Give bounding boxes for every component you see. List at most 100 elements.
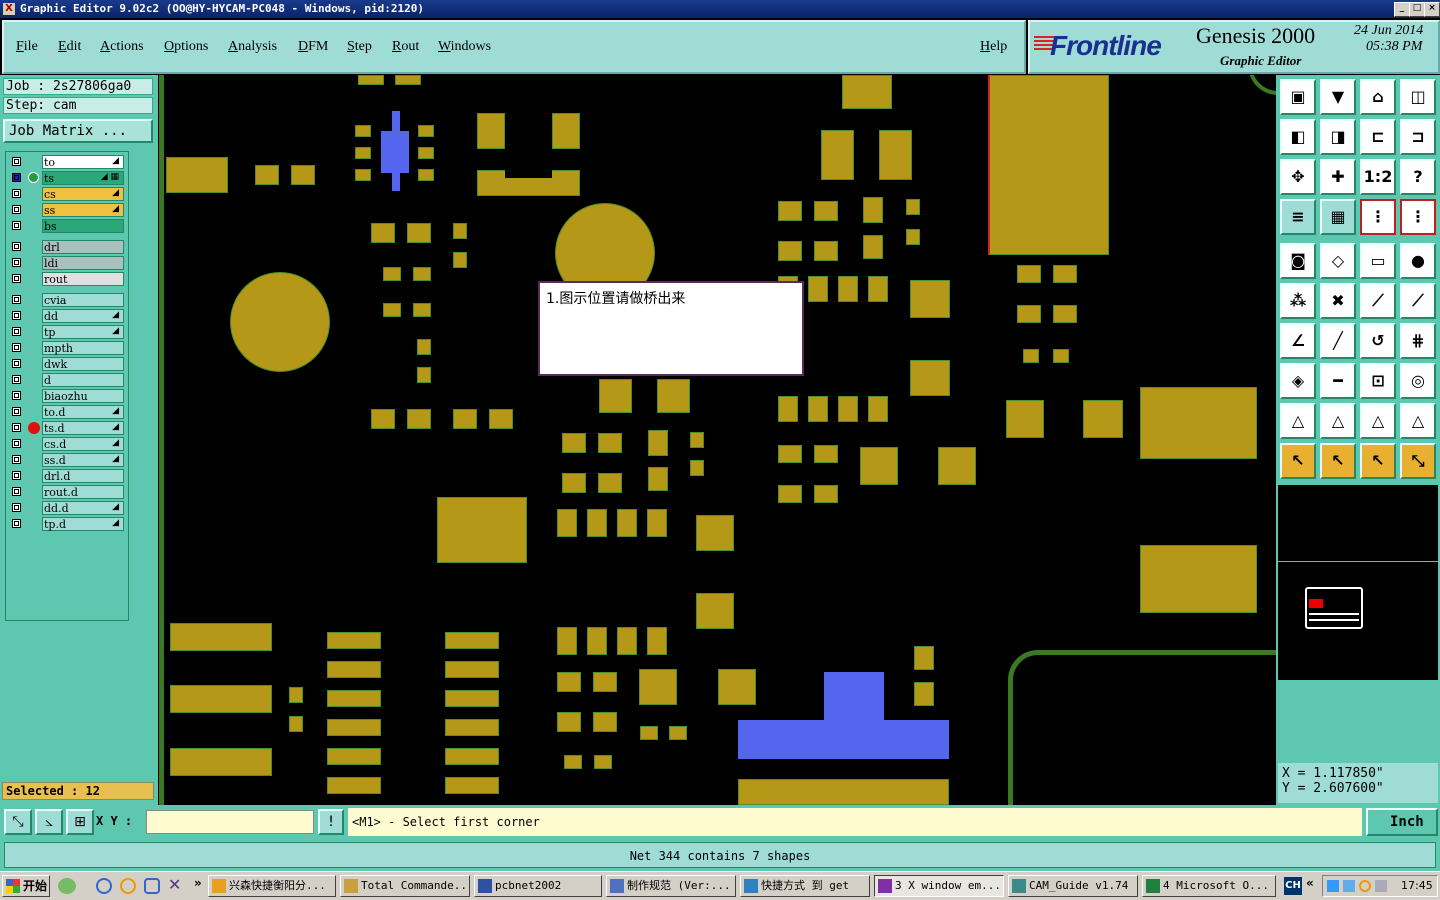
select-arrow-2-icon[interactable]: ↖ xyxy=(1320,443,1356,479)
pad[interactable] xyxy=(418,169,434,181)
quicklaunch-ie2-icon[interactable] xyxy=(144,878,160,894)
close-button[interactable]: × xyxy=(1424,2,1440,17)
pad[interactable] xyxy=(355,169,371,181)
layer-checkbox[interactable] xyxy=(12,173,21,182)
layer-row-ts-d[interactable]: ts.d ◢ xyxy=(8,421,126,436)
layer-checkbox[interactable] xyxy=(12,295,21,304)
layer-row-dwk[interactable]: dwk xyxy=(8,357,126,372)
layer-name[interactable]: dd.d ◢ xyxy=(42,501,124,515)
tray-settings-icon[interactable] xyxy=(1375,880,1387,892)
menu-step[interactable]: Step xyxy=(347,39,372,55)
pad[interactable] xyxy=(879,130,912,180)
menu-options[interactable]: Options xyxy=(164,39,208,55)
tray-monitor-icon[interactable] xyxy=(1343,880,1355,892)
pad[interactable] xyxy=(938,447,976,485)
measure-icon[interactable]: ⦣ xyxy=(35,809,63,835)
layer-row-dd-d[interactable]: dd.d ◢ xyxy=(8,501,126,516)
taskbar-task[interactable]: 快捷方式 到 get xyxy=(740,875,870,897)
menu-help[interactable]: Help xyxy=(980,39,1007,55)
pad[interactable] xyxy=(453,252,467,268)
pad[interactable] xyxy=(821,130,854,180)
line-add-icon[interactable]: ⟋ xyxy=(1400,283,1436,319)
zoom-home-icon[interactable]: ▣ xyxy=(1280,79,1316,115)
graphic-canvas[interactable] xyxy=(158,75,1276,805)
pad[interactable] xyxy=(383,303,401,317)
layer-name[interactable]: to.d ◢ xyxy=(42,405,124,419)
pad[interactable] xyxy=(1023,349,1039,363)
pad[interactable] xyxy=(1083,400,1123,438)
arc-icon[interactable]: ↺ xyxy=(1360,323,1396,359)
pad[interactable] xyxy=(914,646,934,670)
layer-row-ts[interactable]: ts ◢ ▦ xyxy=(8,171,126,186)
net-icon[interactable]: ⁂ xyxy=(1280,283,1316,319)
pad[interactable] xyxy=(552,113,580,149)
redo-pan-icon[interactable]: ⊐ xyxy=(1400,119,1436,155)
layer-name[interactable]: ldi xyxy=(42,256,124,270)
pad[interactable] xyxy=(808,276,828,302)
grid-icon[interactable]: ▦ xyxy=(1320,199,1356,235)
pad[interactable] xyxy=(564,755,582,769)
select-move-icon[interactable]: ⤡ xyxy=(1400,443,1436,479)
pad[interactable] xyxy=(445,719,499,736)
layer-name[interactable]: drl xyxy=(42,240,124,254)
pad[interactable] xyxy=(868,396,888,422)
layer-checkbox[interactable] xyxy=(12,359,21,368)
layer-row-d[interactable]: d xyxy=(8,373,126,388)
layer-row-cs-d[interactable]: cs.d ◢ xyxy=(8,437,126,452)
layer-row-ss[interactable]: ss ◢ xyxy=(8,203,126,218)
snap-settings-icon[interactable]: ≡ xyxy=(1280,199,1316,235)
snap-icon[interactable]: ⤡ xyxy=(4,809,32,835)
pad[interactable] xyxy=(910,280,950,318)
menu-windows[interactable]: Windows xyxy=(438,39,491,55)
quicklaunch-ie-icon[interactable] xyxy=(96,878,112,894)
layer-name[interactable]: ss ◢ xyxy=(42,203,124,217)
layer-name[interactable]: to ◢ xyxy=(42,155,124,169)
pad[interactable] xyxy=(453,223,467,239)
pad[interactable] xyxy=(738,779,949,805)
tray-network-icon[interactable] xyxy=(1327,880,1339,892)
pad[interactable] xyxy=(696,593,734,629)
pad[interactable] xyxy=(914,682,934,706)
alert-button[interactable]: ! xyxy=(318,809,344,835)
pad[interactable] xyxy=(617,509,637,537)
layer-row-drl[interactable]: drl xyxy=(8,240,126,255)
layer-row-biaozhu[interactable]: biaozhu xyxy=(8,389,126,404)
pad[interactable] xyxy=(814,485,838,503)
pan-left-icon[interactable]: ◧ xyxy=(1280,119,1316,155)
layer-tool-icon[interactable]: ⋮ xyxy=(1360,199,1396,235)
delete-icon[interactable]: ✖ xyxy=(1320,283,1356,319)
pad[interactable] xyxy=(778,201,802,221)
pad[interactable] xyxy=(418,125,434,137)
menu-analysis[interactable]: Analysis xyxy=(228,39,277,55)
layer-name[interactable]: cvia xyxy=(42,293,124,307)
pad[interactable] xyxy=(778,241,802,261)
pad[interactable] xyxy=(489,409,513,429)
pad[interactable] xyxy=(868,276,888,302)
layer-row-rout-d[interactable]: rout.d xyxy=(8,485,126,500)
pad[interactable] xyxy=(593,672,617,692)
menu-file[interactable]: File xyxy=(16,39,38,55)
pad[interactable] xyxy=(166,157,228,193)
menu-edit[interactable]: Edit xyxy=(58,39,81,55)
pad[interactable] xyxy=(557,627,577,655)
x-window-icon[interactable]: X xyxy=(3,3,15,15)
pad[interactable] xyxy=(640,726,658,740)
pad[interactable] xyxy=(1140,545,1257,613)
pad[interactable] xyxy=(418,147,434,159)
quicklaunch-clock-icon[interactable] xyxy=(120,878,136,894)
pan-center-icon[interactable]: ✚ xyxy=(1320,159,1356,195)
pad[interactable] xyxy=(906,229,920,245)
shape-icon[interactable]: ◇ xyxy=(1320,243,1356,279)
pad[interactable] xyxy=(778,396,798,422)
pad[interactable] xyxy=(557,672,581,692)
group-icon[interactable]: ◎ xyxy=(1400,363,1436,399)
triangle-2-icon[interactable]: △ xyxy=(1320,403,1356,439)
zoom-fit-icon[interactable]: ✥ xyxy=(1280,159,1316,195)
pad[interactable] xyxy=(557,509,577,537)
layer-checkbox[interactable] xyxy=(12,205,21,214)
layer-row-ldi[interactable]: ldi xyxy=(8,256,126,271)
layer-checkbox[interactable] xyxy=(12,343,21,352)
pad[interactable] xyxy=(1140,387,1257,459)
pad[interactable] xyxy=(808,396,828,422)
layer-checkbox[interactable] xyxy=(12,311,21,320)
